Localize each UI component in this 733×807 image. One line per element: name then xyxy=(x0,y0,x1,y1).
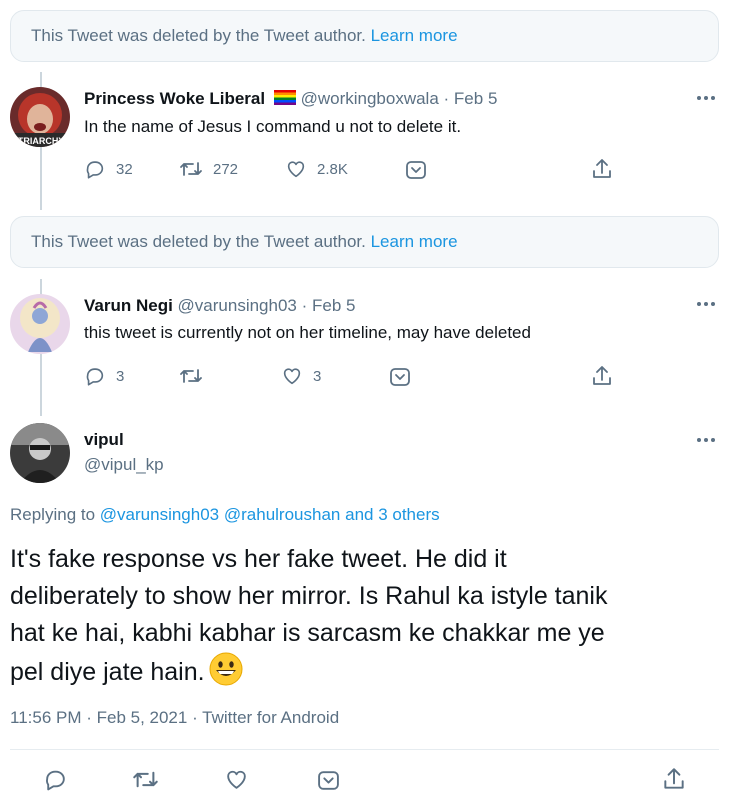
more-icon[interactable] xyxy=(697,300,719,308)
others-link[interactable]: and 3 others xyxy=(345,505,440,524)
retweet-count: 272 xyxy=(213,160,239,178)
tweet-text-line-wrap: pel diye jate hain. xyxy=(10,652,710,691)
tweet-text-line: It's fake response vs her fake tweet. He… xyxy=(10,545,507,573)
tweet-text: It's fake response vs her fake tweet. He… xyxy=(10,541,710,691)
like-button[interactable] xyxy=(224,767,249,792)
retweet-button[interactable] xyxy=(179,365,203,387)
tweet-text: In the name of Jesus I command u not to … xyxy=(84,117,462,136)
tweet-date[interactable]: Feb 5 xyxy=(312,296,355,315)
display-name[interactable]: vipul xyxy=(84,430,124,450)
like-icon xyxy=(283,368,301,385)
svg-text:ATRIARCHY: ATRIARCHY xyxy=(12,136,64,146)
replying-to: Replying to @varunsingh03 @rahulroushan … xyxy=(10,505,440,525)
avatar[interactable] xyxy=(10,294,70,354)
reply-count: 32 xyxy=(116,160,133,178)
reply-icon xyxy=(46,770,65,791)
reply-button[interactable] xyxy=(43,767,68,792)
tweet-text-line: deliberately to show her mirror. Is Rahu… xyxy=(10,582,608,610)
handle[interactable]: @vipul_kp xyxy=(84,455,164,475)
reply-button[interactable]: 32 xyxy=(84,158,133,180)
tip-icon xyxy=(390,368,410,386)
deleted-tweet-notice: This Tweet was deleted by the Tweet auth… xyxy=(10,216,719,268)
retweet-icon xyxy=(133,771,158,788)
like-count: 3 xyxy=(313,367,322,385)
rainbow-flag-icon xyxy=(273,90,296,105)
learn-more-link[interactable]: Learn more xyxy=(371,232,458,251)
reply-icon xyxy=(86,161,104,179)
display-name[interactable]: Varun Negi xyxy=(84,296,173,315)
thread-line xyxy=(40,354,42,416)
grinning-face-emoji xyxy=(209,652,243,686)
retweet-icon xyxy=(180,369,202,383)
thread-line xyxy=(40,72,42,88)
divider xyxy=(10,749,719,750)
like-icon xyxy=(227,770,246,789)
tweet-text: this tweet is currently not on her timel… xyxy=(84,323,531,342)
tip-icon xyxy=(318,771,339,790)
retweet-button[interactable] xyxy=(132,767,159,792)
retweet-icon xyxy=(180,162,202,176)
like-count: 2.8K xyxy=(317,160,348,178)
share-icon xyxy=(593,159,611,178)
deleted-notice-text: This Tweet was deleted by the Tweet auth… xyxy=(31,26,366,45)
tweet-timestamp[interactable]: 11:56 PM · Feb 5, 2021 · Twitter for And… xyxy=(10,708,339,728)
tweet-text-line: hat ke hai, kabhi kabhar is sarcasm ke c… xyxy=(10,619,605,647)
share-button[interactable] xyxy=(591,157,613,181)
tweet-text-line: pel diye jate hain. xyxy=(10,658,205,686)
like-icon xyxy=(287,161,305,178)
tip-icon xyxy=(406,161,426,179)
share-icon xyxy=(593,366,611,385)
like-button[interactable]: 3 xyxy=(281,365,321,387)
deleted-tweet-notice: This Tweet was deleted by the Tweet auth… xyxy=(10,10,719,62)
display-name[interactable]: Princess Woke Liberal xyxy=(84,89,265,108)
share-button[interactable] xyxy=(662,766,686,792)
learn-more-link[interactable]: Learn more xyxy=(371,26,458,45)
tweet-header: Princess Woke Liberal @workingboxwala · … xyxy=(84,89,498,108)
replying-prefix: Replying to xyxy=(10,505,96,524)
deleted-notice-text: This Tweet was deleted by the Tweet auth… xyxy=(31,232,366,251)
share-icon xyxy=(664,768,684,789)
reply-count: 3 xyxy=(116,367,125,385)
retweet-button[interactable]: 272 xyxy=(179,158,238,180)
avatar[interactable] xyxy=(10,423,70,483)
mention-link[interactable]: @rahulroushan xyxy=(224,505,341,524)
mention-link[interactable]: @varunsingh03 xyxy=(100,505,219,524)
handle[interactable]: @varunsingh03 xyxy=(178,296,297,315)
tip-button[interactable] xyxy=(389,367,411,387)
thread-line xyxy=(40,279,42,295)
handle[interactable]: @workingboxwala xyxy=(301,89,439,108)
tip-button[interactable] xyxy=(317,770,340,791)
avatar[interactable]: ATRIARCHY xyxy=(10,87,70,147)
like-button[interactable]: 2.8K xyxy=(285,158,348,180)
reply-icon xyxy=(86,368,104,386)
tip-button[interactable] xyxy=(405,160,427,180)
more-icon[interactable] xyxy=(697,94,719,102)
tweet-date[interactable]: Feb 5 xyxy=(454,89,497,108)
thread-line xyxy=(40,146,42,210)
share-button[interactable] xyxy=(591,364,613,388)
tweet-header: Varun Negi @varunsingh03 · Feb 5 xyxy=(84,296,356,315)
more-icon[interactable] xyxy=(697,436,719,444)
reply-button[interactable]: 3 xyxy=(84,365,124,387)
